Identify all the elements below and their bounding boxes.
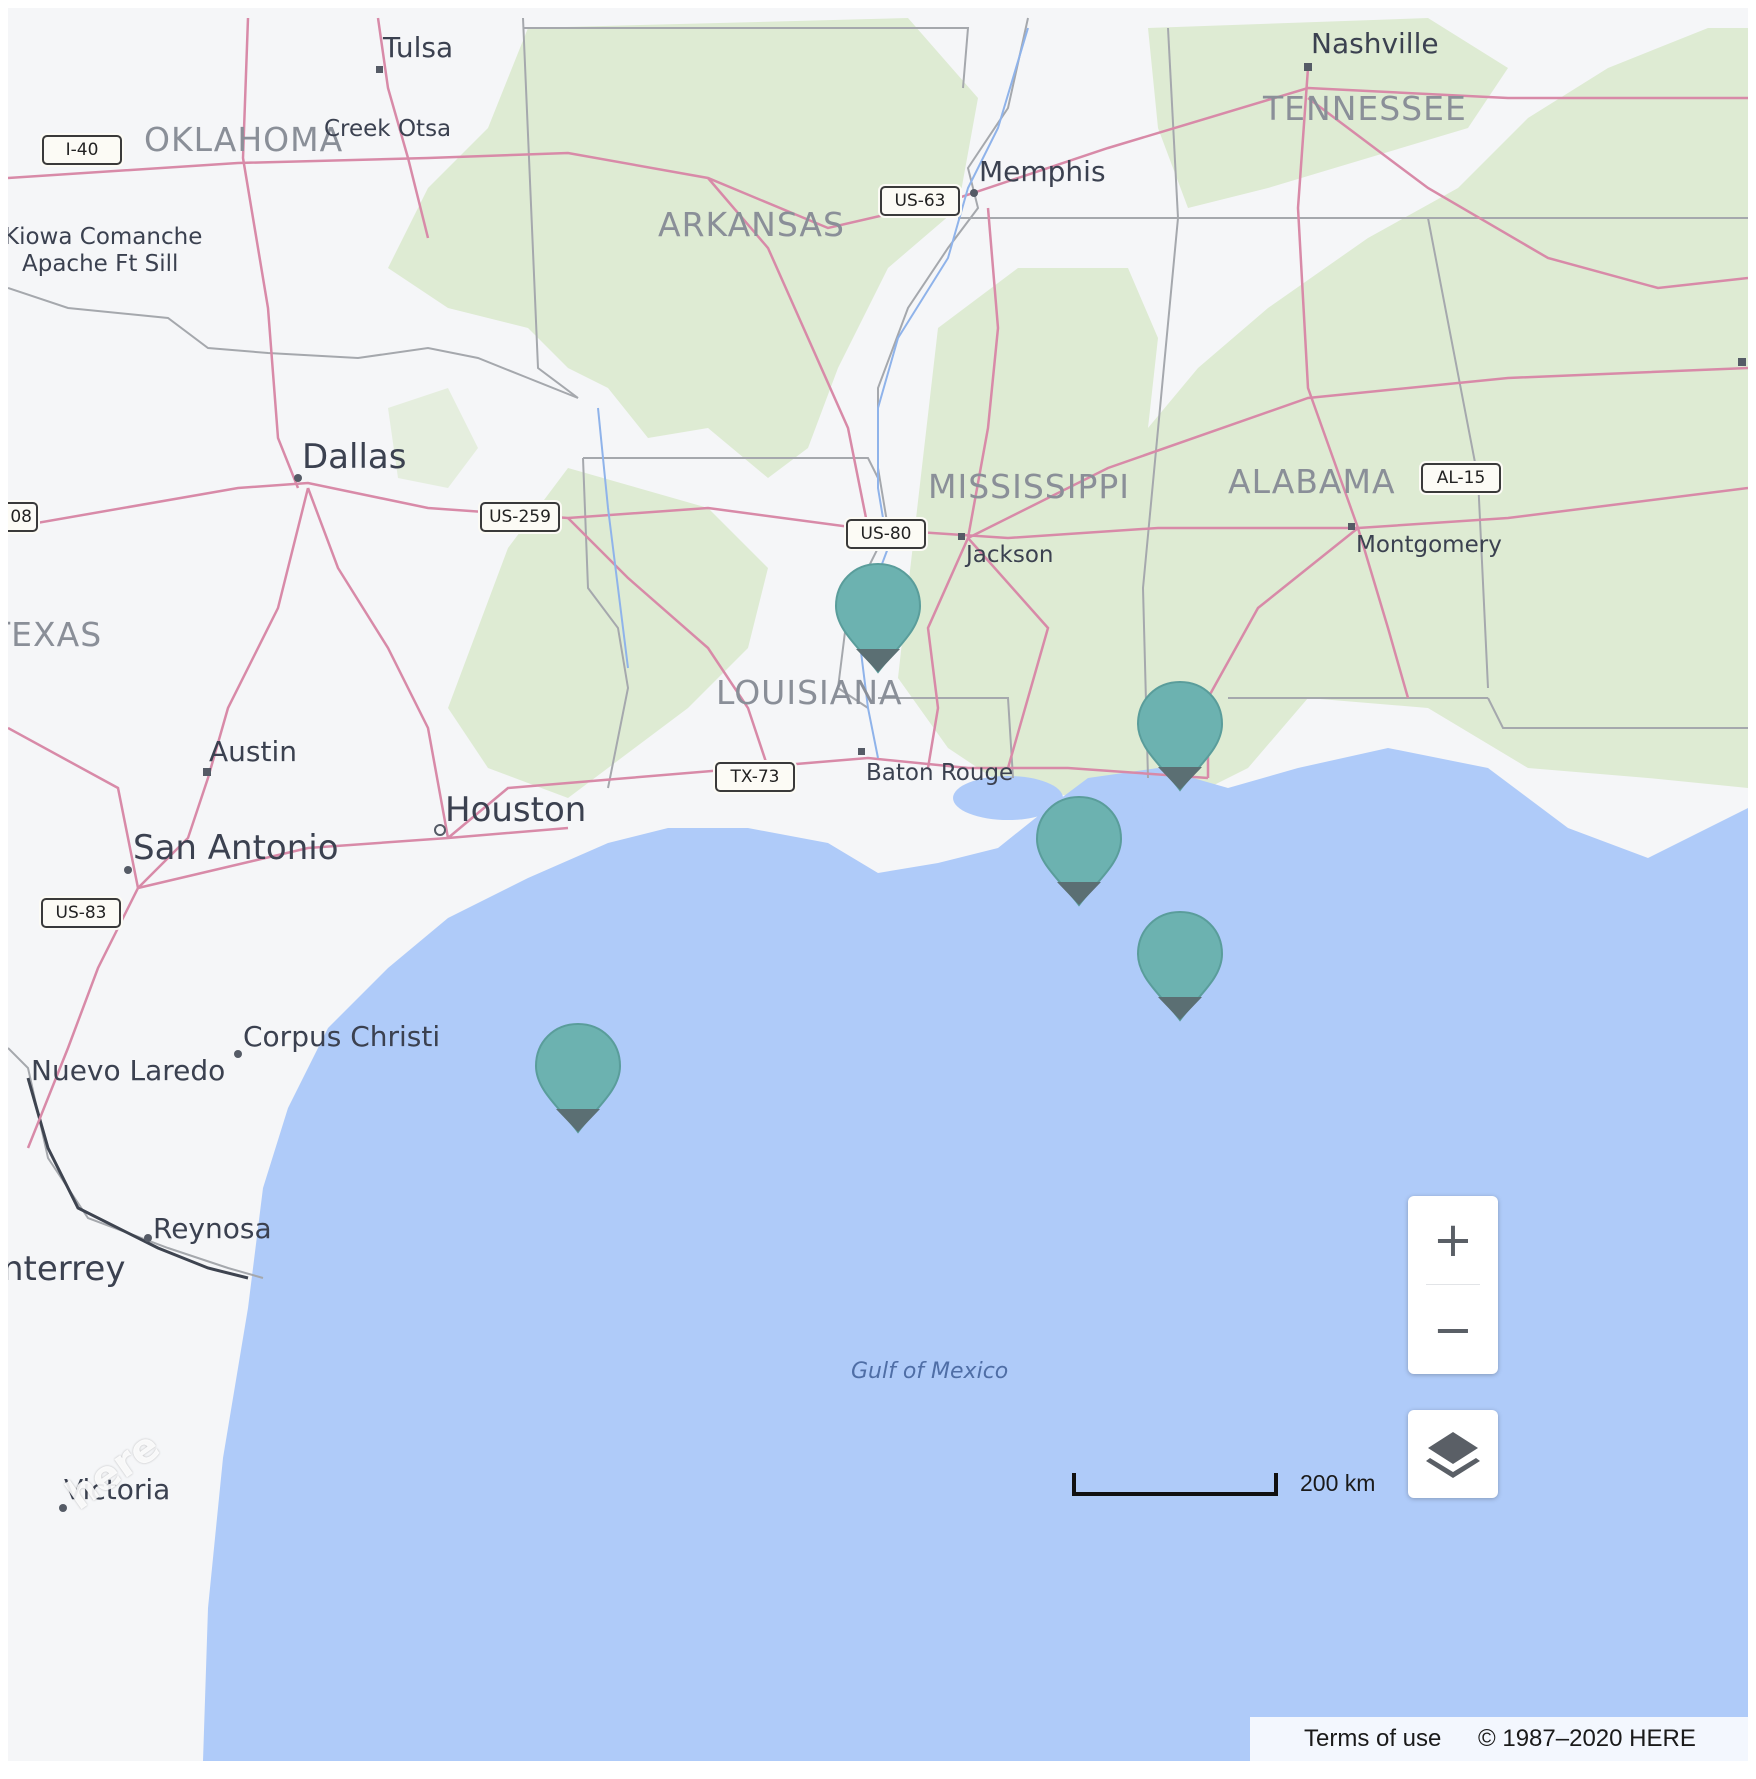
city-label-montgomery: Montgomery (1356, 532, 1502, 558)
map-marker[interactable] (1132, 678, 1228, 796)
state-label-mississippi: MISSISSIPPI (928, 467, 1130, 506)
city-label-creek-otsa: Creek Otsa (324, 116, 452, 142)
city-label-nuevo-laredo: Nuevo Laredo (31, 1054, 226, 1087)
city-label-dallas: Dallas (302, 437, 407, 477)
shield-us-63: US-63 (880, 186, 960, 216)
shield-us-80: US-80 (846, 519, 926, 549)
state-label-louisiana: LOUISIANA (716, 673, 903, 712)
gulf-water (203, 748, 1748, 1761)
shield-tx-73: TX-73 (715, 762, 795, 792)
map-canvas[interactable]: OKLAHOMA ARKANSAS TENNESSEE MISSISSIPPI … (8, 8, 1748, 1761)
map-marker[interactable] (1031, 793, 1127, 911)
shield-us-259: US-259 (480, 502, 560, 532)
city-label-san-antonio: San Antonio (133, 828, 339, 868)
shield-al-15: AL-15 (1421, 463, 1501, 493)
map-base (8, 17, 1748, 1761)
copyright-text: © 1987–2020 HERE (1478, 1725, 1696, 1752)
zoom-in-button[interactable]: + (1408, 1196, 1498, 1284)
shield-us-83: US-83 (41, 898, 121, 928)
city-label-reynosa: Reynosa (153, 1212, 272, 1245)
city-label-memphis: Memphis (979, 155, 1106, 188)
map-marker[interactable] (830, 560, 926, 678)
zoom-control: + − (1408, 1196, 1498, 1374)
map-footer: Terms of use © 1987–2020 HERE (1250, 1717, 1748, 1761)
shield-edge: 08 (8, 502, 38, 532)
city-label-corpus-christi: Corpus Christi (243, 1020, 441, 1053)
layers-button[interactable] (1408, 1410, 1498, 1498)
state-label-tennessee: TENNESSEE (1263, 89, 1467, 128)
forest-areas (388, 18, 1748, 798)
zoom-out-button[interactable]: − (1408, 1285, 1498, 1374)
city-label-apache: Apache Ft Sill (22, 251, 179, 277)
water-label-gulf: Gulf of Mexico (851, 1359, 1009, 1384)
layers-icon (1426, 1432, 1480, 1478)
city-label-houston: Houston (445, 790, 587, 830)
state-label-oklahoma: OKLAHOMA (144, 120, 344, 159)
state-label-texas: TEXAS (8, 615, 103, 654)
city-label-tulsa: Tulsa (383, 31, 454, 64)
state-label-alabama: ALABAMA (1228, 462, 1396, 501)
scale-label: 200 km (1300, 1470, 1376, 1496)
city-label-baton-rouge: Baton Rouge (866, 760, 1014, 786)
city-label-kiowa: Kiowa Comanche (8, 224, 203, 250)
map-marker[interactable] (1132, 908, 1228, 1026)
city-label-monterrey: nterrey (8, 1249, 126, 1289)
city-label-jackson: Jackson (966, 542, 1054, 568)
shield-i-40: I-40 (42, 135, 122, 165)
terms-of-use-link[interactable]: Terms of use (1304, 1725, 1441, 1753)
city-label-austin: Austin (209, 735, 297, 768)
map-marker[interactable] (530, 1020, 626, 1138)
city-label-nashville: Nashville (1311, 27, 1439, 60)
state-label-arkansas: ARKANSAS (658, 205, 845, 244)
